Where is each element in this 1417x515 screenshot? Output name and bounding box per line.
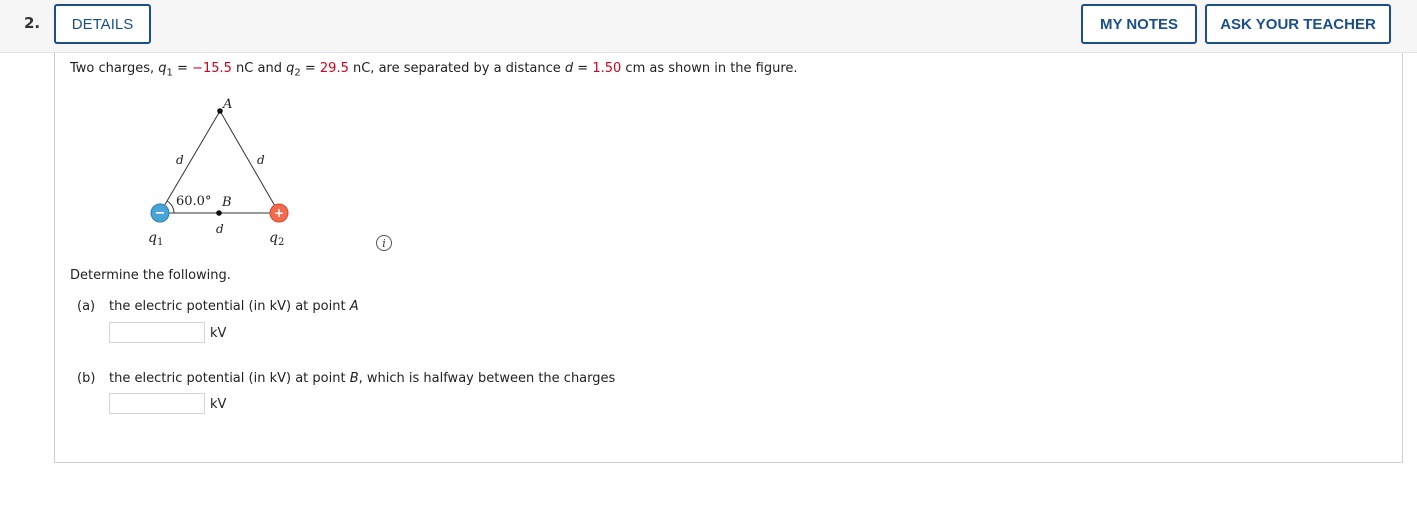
part-b-answer-input[interactable] xyxy=(109,393,205,414)
part-a-text: the electric potential (in kV) at point xyxy=(109,299,350,314)
part-a-unit: kV xyxy=(210,326,227,341)
positive-sign: + xyxy=(274,206,284,220)
my-notes-button[interactable]: MY NOTES xyxy=(1081,4,1197,44)
part-b-text: the electric potential (in kV) at point xyxy=(109,371,350,386)
part-b-point: B xyxy=(349,371,359,386)
charge-triangle-figure: A B d d d 60.0° − + q 1 q 2 xyxy=(148,97,289,248)
negative-sign: − xyxy=(155,206,166,221)
label-b: B xyxy=(221,195,232,210)
part-a-point: A xyxy=(349,299,359,314)
q2-value: 29.5 xyxy=(319,61,349,76)
d-tail-text: cm as shown in the figure. xyxy=(621,61,798,76)
point-b-dot xyxy=(216,210,222,216)
info-icon[interactable]: i xyxy=(376,235,392,251)
part-a-label: (a) xyxy=(77,299,96,314)
equals-sign: = xyxy=(573,61,593,76)
q1-unit: nC and xyxy=(231,61,287,76)
part-b-text-after: , which is halfway between the charges xyxy=(358,371,616,386)
question-header: 2. DETAILS MY NOTES ASK YOUR TEACHER xyxy=(0,0,1417,53)
angle-label: 60.0° xyxy=(176,194,211,209)
problem-statement: Two charges, q1 = −15.5 nC and q2 = 29.5… xyxy=(70,61,798,79)
label-d-right: d xyxy=(257,153,265,167)
part-b-label: (b) xyxy=(77,371,96,386)
instructions-text: Determine the following. xyxy=(70,268,231,283)
d-value: 1.50 xyxy=(592,61,622,76)
q2-unit: nC, are separated by a distance xyxy=(348,61,565,76)
label-d-bottom: d xyxy=(216,222,224,236)
q1-label-sub: 1 xyxy=(157,237,163,248)
equals-sign: = xyxy=(300,61,320,76)
part-a-answer-input[interactable] xyxy=(109,322,205,343)
q1-label: q xyxy=(148,230,157,246)
point-a-dot xyxy=(217,108,223,114)
label-a: A xyxy=(222,97,232,112)
question-number: 2. xyxy=(24,14,41,32)
q2-label-sub: 2 xyxy=(278,237,284,248)
q1-symbol: q xyxy=(158,61,167,76)
part-a-question: the electric potential (in kV) at point … xyxy=(109,299,359,314)
equals-sign: = xyxy=(172,61,193,76)
ask-your-teacher-button[interactable]: ASK YOUR TEACHER xyxy=(1205,4,1391,44)
label-d-left: d xyxy=(176,153,184,167)
part-b-question: the electric potential (in kV) at point … xyxy=(109,371,615,386)
details-button[interactable]: DETAILS xyxy=(54,4,151,44)
d-symbol: d xyxy=(564,61,574,76)
q2-label: q xyxy=(269,230,278,246)
question-panel: Two charges, q1 = −15.5 nC and q2 = 29.5… xyxy=(54,53,1403,463)
intro-text: Two charges, xyxy=(70,61,159,76)
q1-value: −15.5 xyxy=(192,61,232,76)
part-b-unit: kV xyxy=(210,397,227,412)
